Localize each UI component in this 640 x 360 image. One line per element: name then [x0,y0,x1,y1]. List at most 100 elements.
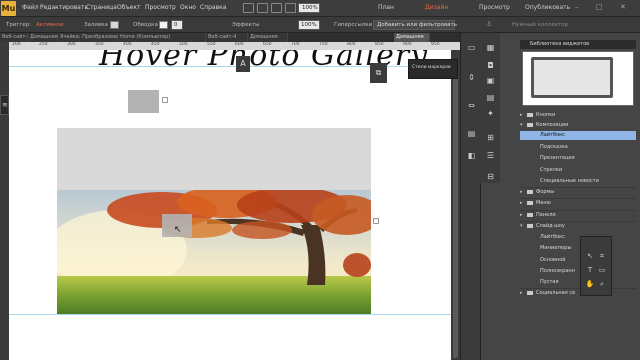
text-icon[interactable]: A [236,56,250,72]
workspace-design[interactable]: Дизайн [425,4,448,11]
layers-icon: ≋ [2,101,8,109]
color-tool-icon[interactable]: ◧ [466,151,477,161]
workspace-publish[interactable]: Опубликовать [525,4,570,11]
states-icon[interactable]: ▤ [485,93,496,103]
hand-icon[interactable]: ✋ [585,279,595,289]
menu-view[interactable]: Просмотр [145,4,176,11]
library-item-lightbox[interactable]: Лайтбокс [520,131,636,140]
tab-home-computer[interactable]: Home (Компьютер) [118,33,206,42]
ruler-tick: 650 [263,42,272,47]
opacity-field[interactable]: 100% [298,20,320,30]
wrap-icon[interactable]: ⊞ [485,133,496,143]
trigger-label: Триггер: [6,22,31,28]
grid-icon[interactable] [271,3,282,13]
hyperlink-dropdown[interactable]: Добавить или фильтровать [373,20,457,30]
library-item-arrows[interactable]: Стрелки [520,166,636,175]
frame-icon[interactable] [243,3,254,13]
library-item-slideshow-lightbox[interactable]: Лайтбокс [520,233,636,242]
library-item-panels[interactable]: ▸ Панели [520,211,636,220]
library-item-featured-news[interactable]: Специальные новости [520,177,636,186]
library-icon[interactable]: ⧉ [370,63,387,83]
thumbnail-placeholder[interactable] [128,90,159,113]
workspace-preview[interactable]: Просмотр [479,4,510,11]
crop-icon[interactable]: ⌗ [597,251,607,261]
library-item-slideshow[interactable]: ▾ Слайд-шоу [520,222,636,231]
menu-window[interactable]: Окно [180,4,196,11]
library-item-tooltip[interactable]: Подсказка [520,143,636,152]
folder-icon [527,290,533,295]
folder-icon [527,212,533,217]
design-canvas[interactable]: Hover Photo Gallery ↖ [9,50,451,360]
text-tool-icon[interactable]: T [585,265,595,275]
maximize-icon[interactable]: □ [596,3,603,11]
ruler-tick: 750 [319,42,328,47]
panel-icon-strip: ▦ ◘ ▣ ▤ ✦ ⊞ ☰ ⊟ [480,33,500,183]
minimize-icon[interactable]: – [575,3,579,11]
tab-home-active[interactable]: Домашняя [394,33,430,42]
spacing-tool-icon[interactable]: ⇔ [466,101,477,111]
library-item-presentation[interactable]: Презентация [520,154,636,163]
library-item-blank[interactable]: Пустая [520,278,636,287]
tab-home-1[interactable]: Домашняя [28,33,58,42]
text-style-icon[interactable]: ◘ [485,61,496,71]
guide-line-bottom[interactable] [9,314,451,315]
swatches-icon[interactable]: ▦ [485,43,496,53]
widget-library-header[interactable]: Библиотека виджетов [520,40,636,49]
tree-photo[interactable] [57,190,371,315]
rect-icon[interactable]: ▭ [597,265,607,275]
effects-icon[interactable]: ☰ [485,151,496,161]
page-heading[interactable]: Hover Photo Gallery [99,50,427,78]
ruler-tick: 900 [403,42,412,47]
menu-page[interactable]: Страница [86,4,117,11]
scrollbar-thumb[interactable] [453,78,458,358]
control-bar: Триггер: Активное Заливка Обводка 0 Эффе… [0,17,640,33]
pointer-tool-icon[interactable]: ▭ [466,43,477,53]
library-item-forms[interactable]: ▸ Формы [520,188,636,197]
library-item-buttons[interactable]: ▸ Кнопки [520,111,636,120]
menu-file[interactable]: Файл [22,4,39,11]
stroke-width-field[interactable]: 0 [171,20,183,30]
align-tool-icon[interactable]: ⇕ [466,73,477,83]
library-item-compositions[interactable]: ▾ Композиции [520,121,636,130]
anchor-icon[interactable]: ⚓ [486,20,492,28]
stroke-label: Обводка [133,22,158,28]
menu-help[interactable]: Справка [200,4,226,11]
menu-edit[interactable]: Редактировать [40,4,88,11]
effects-label[interactable]: Эффекты [232,22,260,28]
menu-bar: Mu Файл Редактировать Страница Объект Пр… [0,0,640,17]
widget-handle-icon[interactable] [162,97,168,103]
trigger-value[interactable]: Активное [36,22,63,28]
tab-website-4[interactable]: Веб-сайт-4 [206,33,248,42]
library-item-fullscreen[interactable]: Полноэкранн [520,267,636,276]
library-item-label: Композиции [536,122,569,128]
workspace-plan[interactable]: План [378,4,394,11]
library-item-social[interactable]: ▸ Социальная се [520,289,636,298]
folder-icon [527,122,533,127]
tab-website-1[interactable]: Веб-сайт-1 [0,33,30,42]
tab-cell-transform[interactable]: Ячейка: Преобразовани [58,33,123,42]
zoom-field[interactable]: 100% [298,3,320,13]
transform-icon[interactable]: ✦ [485,109,496,119]
layout-icon[interactable] [257,3,268,13]
widget-preview-frame [531,57,613,98]
fill-swatch[interactable] [110,21,119,29]
layers-panel-toggle[interactable]: ≋ [0,95,9,115]
stroke-swatch[interactable] [159,21,168,29]
library-item-label: Формы [536,189,555,195]
menu-object[interactable]: Объект [117,4,140,11]
library-item-menu[interactable]: ▸ Меню [520,199,636,208]
library-item-thumbnails[interactable]: Миниатюры [520,244,636,253]
assets-icon[interactable]: ▣ [485,76,496,86]
pointer-icon[interactable]: ↖ [585,251,595,261]
zoom-icon[interactable]: ⌕ [597,279,607,289]
tab-home-2[interactable]: Домашняя [248,33,288,42]
widgets-icon[interactable]: ⊟ [485,172,496,182]
guide-icon[interactable] [285,3,296,13]
close-icon[interactable]: ✕ [620,3,626,11]
library-item-basic[interactable]: Основной [520,256,636,265]
ruler-tick: 500 [179,42,188,47]
state-tool-icon[interactable]: ▤ [466,129,477,139]
widget-handle-icon-2[interactable] [373,218,379,224]
document-tabs: Веб-сайт-1 Домашняя Ячейка: Преобразован… [0,33,460,42]
lightbox-container[interactable] [57,128,371,190]
